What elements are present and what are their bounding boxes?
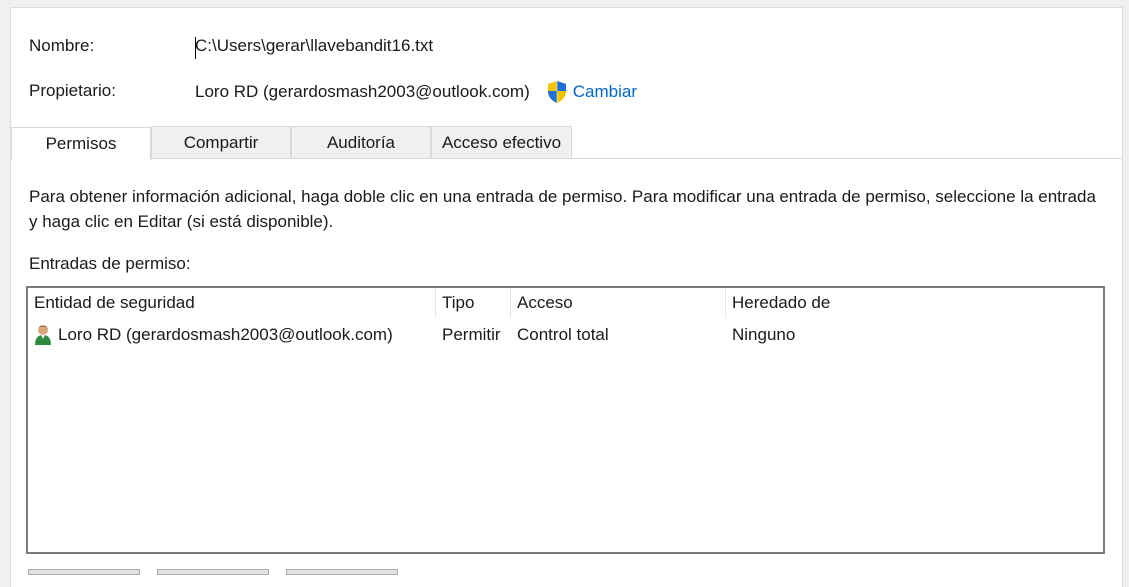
advanced-security-panel: Nombre: C:\Users\gerar\llavebandit16.txt…: [10, 7, 1123, 587]
entries-label: Entradas de permiso:: [29, 254, 191, 273]
row-inherited: Ninguno: [732, 325, 796, 344]
column-header-type[interactable]: Tipo: [436, 288, 511, 318]
tab-acceso-efectivo[interactable]: Acceso efectivo: [431, 126, 572, 158]
uac-shield-icon: [546, 80, 568, 104]
row-access: Control total: [517, 325, 609, 344]
owner-line: Loro RD (gerardosmash2003@outlook.com) C…: [195, 80, 637, 104]
column-header-inherited[interactable]: Heredado de: [726, 288, 1103, 318]
column-header-access[interactable]: Acceso: [511, 288, 726, 318]
tab-permisos[interactable]: Permisos: [11, 127, 151, 160]
user-icon: [34, 324, 52, 346]
row-type: Permitir: [442, 325, 501, 344]
column-header-principal[interactable]: Entidad de seguridad: [28, 288, 436, 318]
tab-auditoria[interactable]: Auditoría: [291, 126, 431, 158]
name-label: Nombre:: [29, 36, 95, 55]
tab-compartir[interactable]: Compartir: [151, 126, 291, 158]
permission-entries-list[interactable]: Entidad de seguridad Tipo Acceso Heredad…: [26, 286, 1105, 554]
view-button[interactable]: [286, 569, 398, 575]
change-owner-link[interactable]: Cambiar: [573, 82, 637, 102]
text-caret: [195, 37, 196, 59]
description-text: Para obtener información adicional, haga…: [29, 187, 1096, 231]
add-button[interactable]: [28, 569, 140, 575]
tab-strip: Permisos Compartir Auditoría Acceso efec…: [11, 126, 1122, 160]
owner-value: Loro RD (gerardosmash2003@outlook.com): [195, 82, 530, 101]
remove-button[interactable]: [157, 569, 269, 575]
owner-label: Propietario:: [29, 81, 116, 100]
row-principal: Loro RD (gerardosmash2003@outlook.com): [58, 325, 393, 344]
name-value[interactable]: C:\Users\gerar\llavebandit16.txt: [195, 36, 433, 56]
